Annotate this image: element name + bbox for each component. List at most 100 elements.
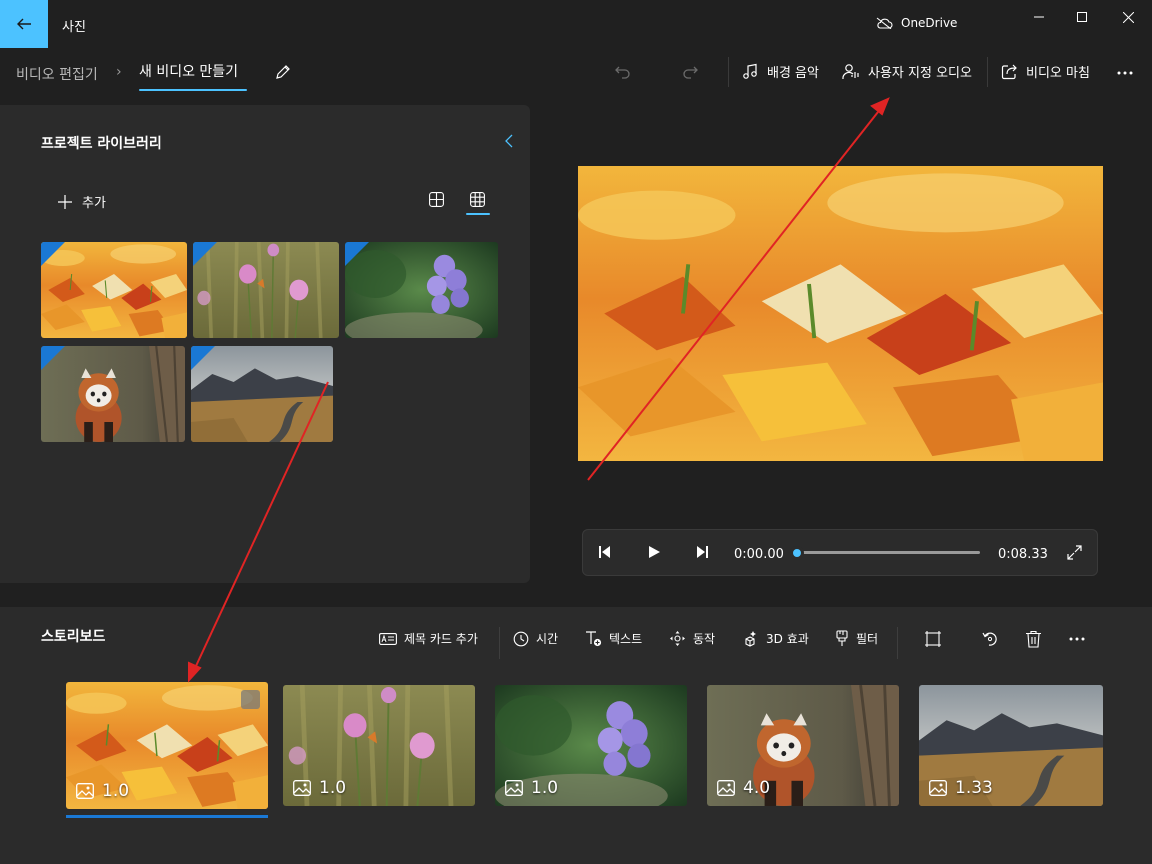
3d-effects-icon <box>741 630 759 647</box>
clip-duration: 1.0 <box>505 778 558 798</box>
skip-back-icon <box>597 545 613 559</box>
redo-icon <box>681 63 699 81</box>
used-in-project-marker <box>41 346 65 370</box>
toolbar-divider <box>987 57 988 87</box>
collapse-library-button[interactable] <box>502 133 516 149</box>
trash-icon <box>1025 630 1042 648</box>
storyboard-more-button[interactable] <box>1068 632 1086 646</box>
maximize-icon <box>1077 12 1087 22</box>
clip-select-checkbox[interactable] <box>241 690 260 709</box>
used-in-project-marker <box>193 242 217 266</box>
image-icon <box>76 783 94 799</box>
library-item-pink-flowers[interactable] <box>193 242 339 338</box>
duration-label: 시간 <box>536 632 559 646</box>
add-media-button[interactable]: 추가 <box>58 192 106 211</box>
large-thumbnail-view-button[interactable] <box>429 192 444 207</box>
used-in-project-marker <box>345 242 369 266</box>
skip-forward-icon <box>694 545 710 559</box>
image-icon <box>293 780 311 796</box>
text-label: 텍스트 <box>609 632 643 646</box>
storyboard-clip-autumn-leaves[interactable]: 1.0 <box>66 682 268 809</box>
add-media-label: 추가 <box>82 196 106 211</box>
minimize-icon <box>1034 12 1044 22</box>
storyboard-clip-purple-flower[interactable]: 1.0 <box>495 685 687 806</box>
3d-effects-button[interactable]: 3D 효과 <box>741 630 809 647</box>
rotate-icon <box>981 630 999 648</box>
video-preview[interactable] <box>578 166 1103 461</box>
storyboard-divider <box>499 627 500 659</box>
library-item-autumn-leaves[interactable] <box>41 242 187 338</box>
app-title: 사진 <box>62 20 86 35</box>
clip-duration-value: 1.33 <box>955 778 993 798</box>
undo-icon <box>614 63 632 81</box>
seek-bar[interactable] <box>797 551 980 554</box>
3d-effects-label: 3D 효과 <box>766 632 809 646</box>
storyboard-clip-red-panda[interactable]: 4.0 <box>707 685 899 806</box>
library-item-red-panda[interactable] <box>41 346 185 442</box>
storyboard-title: 스토리보드 <box>41 629 106 645</box>
previous-frame-button[interactable] <box>597 545 613 559</box>
fullscreen-button[interactable] <box>1067 545 1082 560</box>
add-title-card-button[interactable]: 제목 카드 추가 <box>379 630 478 647</box>
rename-project-button[interactable] <box>274 63 292 81</box>
breadcrumb-current[interactable]: 새 비디오 만들기 <box>139 61 238 81</box>
storyboard-clip-pink-flowers[interactable]: 1.0 <box>283 685 475 806</box>
small-thumbnail-view-button[interactable] <box>470 192 485 207</box>
plus-icon <box>58 194 72 209</box>
onedrive-status[interactable]: OneDrive <box>876 16 957 30</box>
custom-audio-label: 사용자 지정 오디오 <box>868 66 972 81</box>
clip-duration-value: 1.0 <box>319 778 347 798</box>
crop-button[interactable] <box>924 630 942 648</box>
chevron-left-icon <box>502 133 516 149</box>
clip-duration: 4.0 <box>717 778 770 798</box>
add-title-card-label: 제목 카드 추가 <box>404 632 478 646</box>
storyboard-clip-mountain-road[interactable]: 1.33 <box>919 685 1103 806</box>
more-dots-icon <box>1116 66 1134 80</box>
crop-icon <box>924 630 942 648</box>
breadcrumb-root[interactable]: 비디오 편집기 <box>16 64 98 84</box>
more-dots-icon <box>1068 632 1086 646</box>
rotate-button[interactable] <box>981 630 999 648</box>
image-icon <box>717 780 735 796</box>
library-item-purple-flower[interactable] <box>345 242 498 338</box>
redo-button[interactable] <box>681 63 699 81</box>
minimize-button[interactable] <box>1016 0 1062 34</box>
title-bar <box>0 0 1152 48</box>
used-in-project-marker <box>191 346 215 370</box>
finish-video-button[interactable]: 비디오 마침 <box>1001 62 1090 81</box>
play-icon <box>647 545 661 559</box>
background-music-button[interactable]: 배경 음악 <box>742 62 819 81</box>
undo-button[interactable] <box>614 63 632 81</box>
close-button[interactable] <box>1105 0 1151 34</box>
share-export-icon <box>1001 63 1018 80</box>
annotation-arrowhead <box>870 97 890 116</box>
cloud-off-icon <box>876 17 893 29</box>
maximize-button[interactable] <box>1059 0 1105 34</box>
person-audio-icon <box>842 63 860 80</box>
background-music-label: 배경 음악 <box>767 66 819 81</box>
image-icon <box>929 780 947 796</box>
breadcrumb-separator: › <box>116 64 122 80</box>
more-options-button[interactable] <box>1116 66 1134 80</box>
current-time: 0:00.00 <box>734 547 784 562</box>
custom-audio-button[interactable]: 사용자 지정 오디오 <box>842 62 972 81</box>
total-time: 0:08.33 <box>998 547 1048 562</box>
next-frame-button[interactable] <box>694 545 710 559</box>
filters-button[interactable]: 필터 <box>835 630 878 647</box>
clip-duration-value: 1.0 <box>531 778 559 798</box>
seek-handle[interactable] <box>790 546 804 560</box>
image-icon <box>505 780 523 796</box>
close-icon <box>1122 11 1134 23</box>
back-arrow-icon <box>16 16 32 32</box>
motion-button[interactable]: 동작 <box>669 630 715 647</box>
play-button[interactable] <box>647 545 661 559</box>
back-button[interactable] <box>0 0 48 48</box>
filters-label: 필터 <box>856 632 879 646</box>
clip-duration-value: 4.0 <box>743 778 771 798</box>
delete-button[interactable] <box>1025 630 1042 648</box>
text-button[interactable]: 텍스트 <box>585 630 642 647</box>
view-mode-indicator <box>466 213 490 215</box>
library-item-mountain-road[interactable] <box>191 346 333 442</box>
duration-button[interactable]: 시간 <box>513 630 558 647</box>
pencil-icon <box>274 63 292 81</box>
